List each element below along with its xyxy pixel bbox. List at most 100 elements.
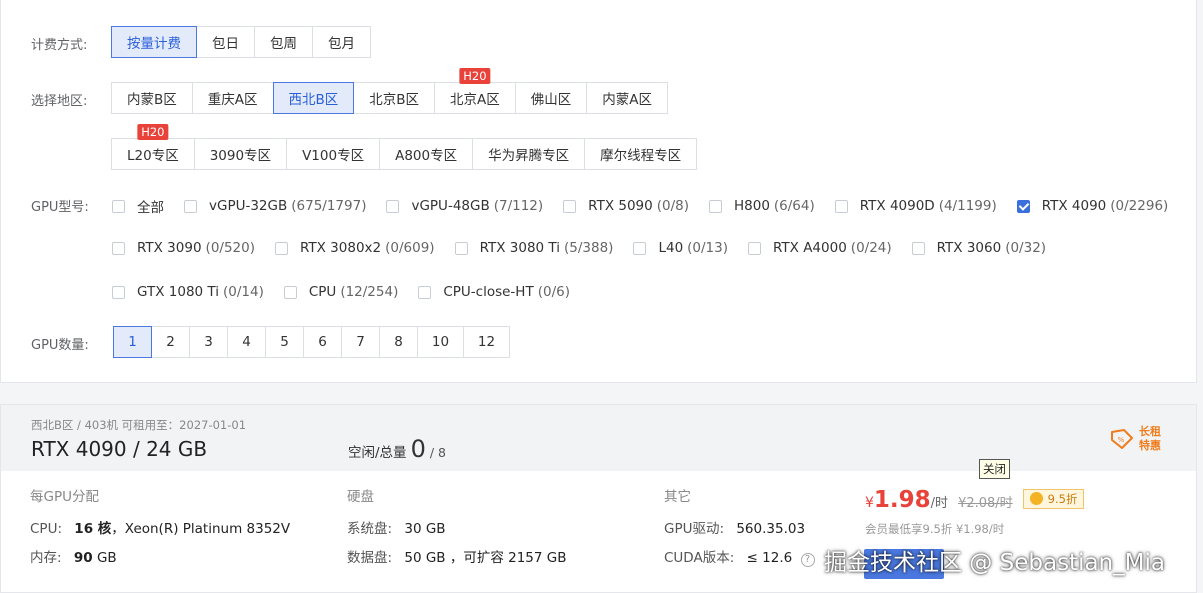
region-option[interactable]: 北京B区 — [353, 82, 436, 114]
gpu-count: (0/2296) — [1110, 198, 1169, 214]
region-option[interactable]: 3090专区 — [193, 138, 288, 170]
promo-line1: 长租 — [1139, 425, 1161, 438]
billing-option-monthly[interactable]: 包月 — [312, 26, 371, 58]
checkbox-box[interactable] — [708, 199, 722, 213]
gpu-count-option[interactable]: 12 — [463, 326, 510, 358]
checkbox-box[interactable] — [275, 241, 288, 255]
gpu-count: (0/8) — [656, 198, 689, 214]
region-option-l20[interactable]: L20专区 H20 — [111, 124, 195, 170]
gpu-checkbox[interactable]: L40 (0/13) — [633, 240, 728, 256]
gpu-count-option-selected[interactable]: 1 — [113, 326, 152, 358]
checkbox-box[interactable] — [834, 199, 848, 213]
region-option[interactable]: 内蒙A区 — [586, 82, 669, 114]
machine-card-header: 西北B区 / 403机 可租用至：2027-01-01 RTX 4090 / 2… — [1, 405, 1196, 471]
gpu-count: (0/14) — [223, 284, 264, 300]
gpu-count-option[interactable]: 6 — [303, 326, 342, 358]
discount-badge: 9.5折 — [1022, 488, 1085, 509]
gpu-model-label: GPU型号: — [31, 200, 89, 215]
availability-total: / 8 — [429, 445, 446, 460]
gpu-name: H800 — [733, 198, 770, 214]
region-option[interactable]: 佛山区 — [514, 82, 588, 114]
gpu-count-option[interactable]: 7 — [341, 326, 380, 358]
checkbox-box[interactable] — [184, 199, 197, 213]
gpu-checkbox[interactable]: RTX 3060 (0/32) — [911, 240, 1047, 256]
checkbox-checked[interactable] — [1016, 199, 1030, 213]
region-option[interactable]: A800专区 — [379, 138, 474, 170]
driver-value: 560.35.03 — [736, 521, 806, 537]
checkbox-box[interactable] — [386, 199, 400, 213]
gpu-name: RTX 3060 — [936, 240, 1002, 256]
checkbox-box[interactable] — [283, 285, 297, 299]
billing-option-daily[interactable]: 包日 — [196, 26, 255, 58]
discount-text: 9.5折 — [1047, 491, 1078, 506]
gpu-count: (4/1199) — [938, 198, 997, 214]
region-option[interactable]: V100专区 — [286, 138, 381, 170]
region-option-label: 北京A区 — [450, 92, 500, 108]
gpu-checkbox[interactable]: CPU (12/254) — [283, 284, 398, 300]
region-options-row2: L20专区 H20 3090专区 V100专区 A800专区 华为昇腾专区 摩尔… — [111, 124, 698, 170]
gpu-checkbox[interactable]: vGPU-48GB (7/112) — [386, 198, 543, 214]
region-option[interactable]: 华为昇腾专区 — [472, 138, 586, 170]
data-disk-label: 数据盘: — [347, 550, 393, 566]
price-currency: ¥ — [865, 495, 874, 511]
region-option[interactable]: 重庆A区 — [191, 82, 274, 114]
region-option[interactable]: 摩尔线程专区 — [584, 138, 698, 170]
checkbox-box[interactable] — [112, 241, 125, 255]
gpu-checkbox[interactable]: RTX 3090 (0/520) — [112, 240, 255, 256]
close-tooltip[interactable]: 关闭 — [979, 459, 1010, 479]
gpu-count-option[interactable]: 5 — [265, 326, 304, 358]
checkbox-box[interactable] — [112, 199, 125, 213]
billing-option-weekly[interactable]: 包周 — [254, 26, 313, 58]
checkbox-box[interactable] — [748, 241, 762, 255]
gpu-checkbox-all[interactable]: 全部 — [112, 196, 164, 216]
disk-section-title: 硬盘 — [347, 489, 374, 505]
region-option-label: L20专区 — [127, 148, 179, 164]
gpu-count-option[interactable]: 4 — [227, 326, 266, 358]
gpu-count: (7/112) — [493, 198, 544, 214]
checkbox-box[interactable] — [911, 241, 925, 255]
gpu-model-row3: GTX 1080 Ti (0/14) CPU (12/254) CPU-close-… — [112, 284, 590, 300]
gpu-checkbox-checked[interactable]: RTX 4090 (0/2296) — [1016, 198, 1169, 214]
checkbox-box[interactable] — [112, 285, 125, 299]
checkbox-box[interactable] — [418, 285, 432, 299]
other-section-title: 其它 — [664, 489, 691, 505]
gpu-checkbox[interactable]: RTX 5090 (0/8) — [563, 198, 689, 214]
gpu-count-option[interactable]: 10 — [417, 326, 464, 358]
gpu-checkbox[interactable]: GTX 1080 Ti (0/14) — [112, 284, 264, 300]
availability-free: 0 — [410, 435, 426, 463]
driver-spec: GPU驱动: 560.35.03 — [664, 517, 805, 537]
availability-label: 空闲/总量 — [348, 445, 407, 461]
help-icon[interactable]: ? — [800, 553, 815, 567]
cpu-cores: 16 核 — [74, 521, 112, 537]
cpu-label: CPU: — [30, 521, 62, 537]
gpu-checkbox[interactable]: RTX 3080 Ti (5/388) — [454, 240, 613, 256]
cpu-spec: CPU: 16 核，Xeon(R) Platinum 8352V — [30, 517, 290, 537]
gpu-checkbox[interactable]: RTX 3080x2 (0/609) — [275, 240, 435, 256]
gpu-name: RTX 3090 — [137, 240, 202, 256]
checkbox-box[interactable] — [563, 199, 577, 213]
billing-options: 按量计费 包日 包周 包月 — [111, 26, 371, 58]
region-option-beijing-a[interactable]: 北京A区 H20 — [434, 68, 516, 114]
checkbox-box[interactable] — [454, 241, 468, 255]
long-rent-promo[interactable]: % 长租 特惠 — [1109, 425, 1161, 453]
gpu-checkbox[interactable]: H800 (6/64) — [708, 198, 815, 214]
gpu-checkbox[interactable]: CPU-close-HT (0/6) — [418, 284, 570, 300]
gpu-count-option[interactable]: 2 — [151, 326, 190, 358]
region-option[interactable]: 内蒙B区 — [111, 82, 193, 114]
gpu-count-label: GPU数量: — [31, 338, 89, 353]
checkbox-box[interactable] — [633, 241, 647, 255]
billing-option-pay-as-you-go[interactable]: 按量计费 — [111, 26, 197, 58]
machine-meta: 西北B区 / 403机 可租用至：2027-01-01 — [31, 418, 247, 432]
gpu-checkbox[interactable]: vGPU-32GB (675/1797) — [184, 198, 366, 214]
gpu-checkbox[interactable]: RTX 4090D (4/1199) — [834, 198, 997, 214]
gpu-name: 全部 — [137, 200, 164, 216]
gpu-count: (0/32) — [1005, 240, 1047, 256]
gpu-count-options: 1 2 3 4 5 6 7 8 10 12 — [113, 326, 510, 358]
gpu-name: CPU-close-HT — [443, 284, 534, 300]
gpu-count-option[interactable]: 3 — [189, 326, 228, 358]
gpu-checkbox[interactable]: RTX A4000 (0/24) — [748, 240, 892, 256]
gpu-count: (0/609) — [385, 240, 435, 256]
region-option-selected[interactable]: 西北B区 — [272, 82, 355, 114]
gpu-name: GTX 1080 Ti — [137, 284, 219, 300]
gpu-count-option[interactable]: 8 — [379, 326, 418, 358]
